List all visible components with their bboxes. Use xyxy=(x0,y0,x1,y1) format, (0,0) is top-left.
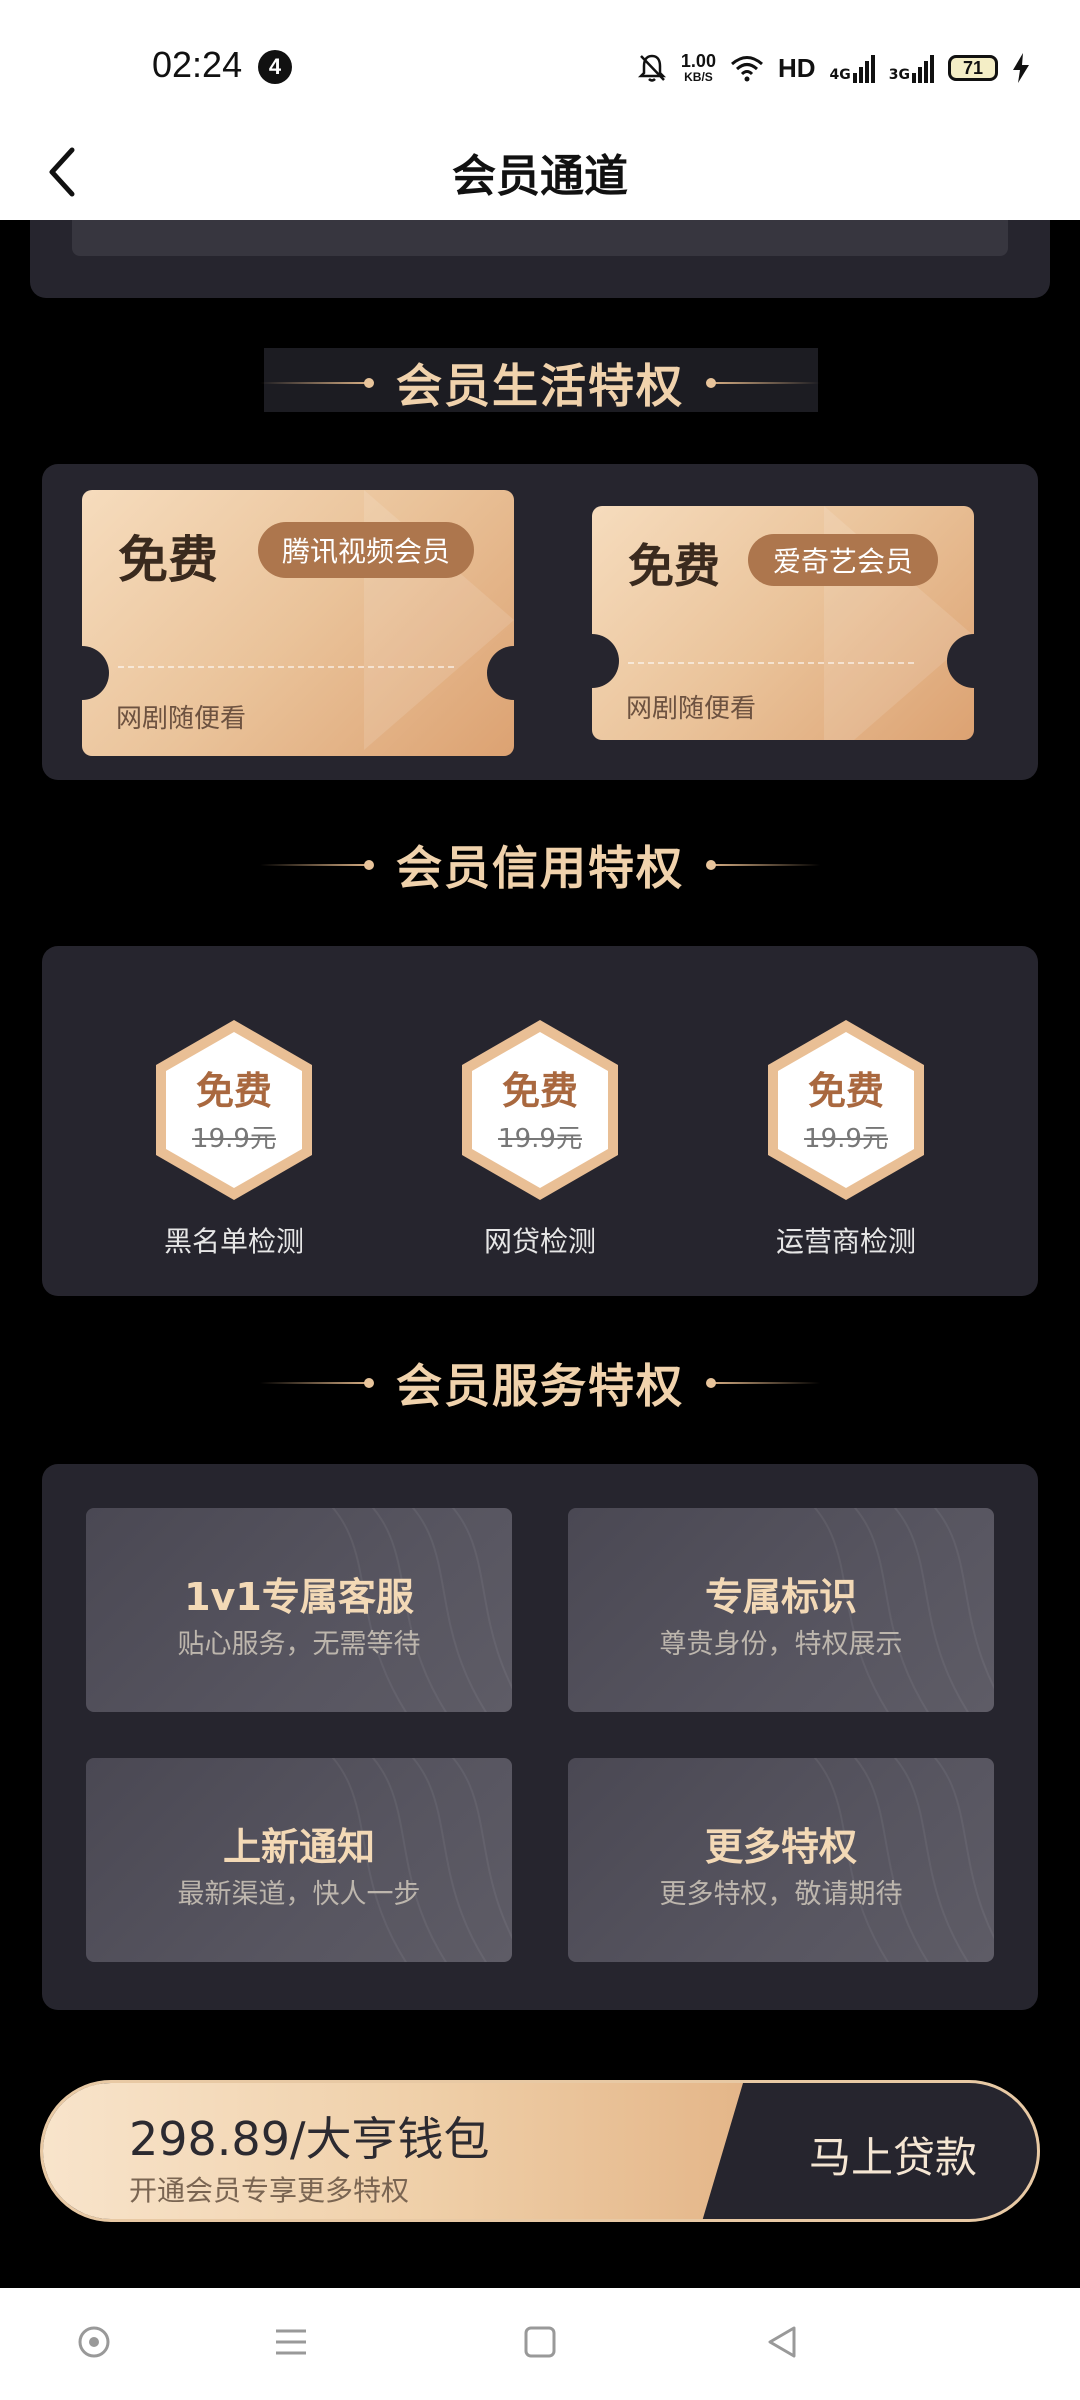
credit-perk-carrier[interactable]: 免费 19.9元 运营商检测 xyxy=(696,1018,996,1260)
ticket-notch-left xyxy=(592,634,619,688)
home-square-icon[interactable] xyxy=(522,2324,558,2360)
cta-price: 298.89/大亨钱包 xyxy=(129,2112,490,2166)
credit-perk-label: 运营商检测 xyxy=(775,1225,916,1258)
ticket-dashed-line xyxy=(628,662,914,664)
hexagon-badge: 免费 19.9元 xyxy=(152,1018,316,1202)
status-time: 02:24 xyxy=(152,44,243,85)
service-card-subtitle: 更多特权，敬请期待 xyxy=(659,1879,903,1910)
hexagon-free-label: 免费 xyxy=(501,1069,578,1113)
hexagon-original-price: 19.9元 xyxy=(804,1124,888,1154)
service-card-subtitle: 贴心服务，无需等待 xyxy=(177,1629,421,1660)
service-card-title: 更多特权 xyxy=(704,1825,857,1869)
menu-icon[interactable] xyxy=(272,2324,310,2360)
net-speed-value: 1.00 xyxy=(680,51,716,71)
page-title: 会员通道 xyxy=(452,151,628,202)
cta-subtitle: 开通会员专享更多特权 xyxy=(129,2174,410,2207)
signal-3g-label: 3G xyxy=(888,67,910,83)
heading-ornament-left xyxy=(260,1378,374,1388)
hexagon-badge: 免费 19.9元 xyxy=(764,1018,928,1202)
service-card-subtitle: 最新渠道，快人一步 xyxy=(177,1879,421,1910)
signal-3g-icon: 3G xyxy=(889,53,934,83)
hexagon-badge: 免费 19.9元 xyxy=(458,1018,622,1202)
heading-ornament-right xyxy=(706,1378,820,1388)
credit-perk-online-loan[interactable]: 免费 19.9元 网贷检测 xyxy=(390,1018,690,1260)
heading-ornament-left xyxy=(260,378,374,388)
battery-icon: 71 xyxy=(948,55,998,81)
hexagon-original-price: 19.9元 xyxy=(498,1124,582,1154)
ticket-free-label: 免费 xyxy=(118,531,218,589)
section-title-service-text: 会员服务特权 xyxy=(396,1359,684,1413)
section-title-credit: 会员信用特权 xyxy=(0,832,1080,898)
credit-perks-panel: 免费 19.9元 黑名单检测 免费 19.9元 网贷检测 免费 19.9元 运营… xyxy=(42,946,1038,1296)
service-perks-panel: 1v1专属客服 贴心服务，无需等待 专属标识 尊贵身份，特权展示 上新通知 最新… xyxy=(42,1464,1038,2010)
scrolled-card-inner xyxy=(72,220,1008,256)
hexagon-free-label: 免费 xyxy=(195,1069,272,1113)
credit-perk-label: 网贷检测 xyxy=(483,1225,596,1258)
back-triangle-icon[interactable] xyxy=(764,2324,800,2360)
assistant-dot-icon[interactable] xyxy=(76,2324,112,2360)
service-card-exclusive-badge[interactable]: 专属标识 尊贵身份，特权展示 xyxy=(568,1508,994,1712)
hexagon-free-label: 免费 xyxy=(807,1069,884,1113)
section-title-service: 会员服务特权 xyxy=(0,1350,1080,1416)
heading-ornament-left xyxy=(260,860,374,870)
ticket-tag: 爱奇艺会员 xyxy=(748,534,938,586)
section-title-credit-text: 会员信用特权 xyxy=(396,841,684,895)
apply-loan-button[interactable]: 马上贷款 xyxy=(743,2083,1037,2219)
service-card-title: 专属标识 xyxy=(704,1575,857,1619)
service-card-title: 上新通知 xyxy=(222,1825,375,1869)
ticket-tencent-video[interactable]: 免费 腾讯视频会员 网剧随便看 xyxy=(82,490,514,756)
credit-perk-blacklist[interactable]: 免费 19.9元 黑名单检测 xyxy=(84,1018,384,1260)
status-bar: 02:24 4 1.00 KB/S HD 4G 3G 71 xyxy=(0,0,1080,120)
heading-ornament-right xyxy=(706,378,820,388)
ticket-dashed-line xyxy=(118,666,454,668)
service-card-customer-service[interactable]: 1v1专属客服 贴心服务，无需等待 xyxy=(86,1508,512,1712)
signal-4g-icon: 4G xyxy=(830,53,875,83)
membership-cta-bar: 298.89/大亨钱包 开通会员专享更多特权 马上贷款 xyxy=(40,2080,1040,2222)
life-perks-panel: 免费 腾讯视频会员 网剧随便看 免费 爱奇艺会员 网剧随便看 xyxy=(42,464,1038,780)
service-card-title: 1v1专属客服 xyxy=(184,1575,414,1619)
ticket-notch-left xyxy=(82,646,109,700)
mute-bell-icon xyxy=(637,54,666,82)
service-card-more-perks[interactable]: 更多特权 更多特权，敬请期待 xyxy=(568,1758,994,1962)
hexagon-original-price: 19.9元 xyxy=(192,1124,276,1154)
hd-indicator: HD xyxy=(777,52,816,83)
net-speed-unit: KB/S xyxy=(684,70,713,84)
scrolled-card xyxy=(30,220,1050,298)
wifi-icon xyxy=(730,56,763,82)
system-nav-bar xyxy=(0,2288,1080,2400)
network-speed: 1.00 KB/S xyxy=(681,52,716,84)
ticket-iqiyi[interactable]: 免费 爱奇艺会员 网剧随便看 xyxy=(592,506,974,740)
nav-bar: 会员通道 xyxy=(0,120,1080,220)
notification-badge: 4 xyxy=(258,50,292,84)
credit-perk-label: 黑名单检测 xyxy=(163,1225,304,1258)
ticket-description: 网剧随便看 xyxy=(116,704,247,734)
service-card-subtitle: 尊贵身份，特权展示 xyxy=(659,1629,903,1660)
signal-4g-label: 4G xyxy=(829,67,851,83)
ticket-free-label: 免费 xyxy=(628,539,720,593)
heading-ornament-right xyxy=(706,860,820,870)
status-icons: 1.00 KB/S HD 4G 3G 71 xyxy=(637,48,1030,88)
section-title-life-text: 会员生活特权 xyxy=(396,359,684,413)
section-title-life: 会员生活特权 xyxy=(0,350,1080,416)
service-card-new-notice[interactable]: 上新通知 最新渠道，快人一步 xyxy=(86,1758,512,1962)
ticket-tag: 腾讯视频会员 xyxy=(258,522,474,578)
charging-bolt-icon xyxy=(1013,53,1029,83)
ticket-description: 网剧随便看 xyxy=(626,694,757,724)
